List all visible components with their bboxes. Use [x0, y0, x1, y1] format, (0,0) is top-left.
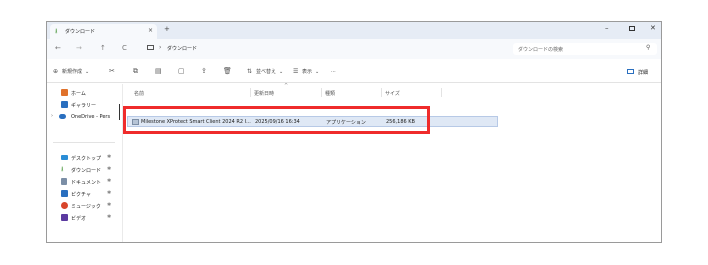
pin-icon[interactable]: ✱ — [107, 166, 111, 172]
breadcrumb[interactable]: › ダウンロード — [145, 43, 505, 55]
sort-icon[interactable]: ⇅ — [247, 68, 252, 75]
music-icon — [61, 202, 68, 209]
home-icon — [61, 89, 68, 96]
sort-button[interactable]: 並べ替え — [256, 69, 276, 75]
back-button[interactable]: ← — [55, 45, 61, 52]
breadcrumb-downloads[interactable]: ダウンロード — [167, 45, 197, 52]
cloud-icon — [59, 114, 66, 119]
expand-chevron-icon[interactable]: › — [51, 113, 53, 119]
sort-indicator-icon: ^ — [284, 83, 289, 89]
cut-icon[interactable]: ✂ — [109, 68, 115, 75]
column-separator[interactable] — [321, 88, 322, 97]
chevron-right-icon[interactable]: › — [159, 44, 161, 51]
column-separator[interactable] — [441, 88, 442, 97]
copy-icon[interactable]: ⧉ — [133, 68, 138, 75]
sidebar-item-label: ギャラリー — [71, 103, 97, 109]
refresh-button[interactable]: C — [122, 45, 127, 52]
minimize-button[interactable]: – — [605, 24, 609, 32]
desktop-icon — [61, 155, 68, 160]
sidebar-item-desktop[interactable]: デスクトップ ✱ — [47, 153, 121, 163]
view-icon[interactable]: ☰ — [293, 68, 298, 75]
maximize-button[interactable] — [629, 26, 635, 31]
close-window-button[interactable]: ✕ — [650, 24, 656, 32]
sidebar-item-documents[interactable]: ドキュメント ✱ — [47, 177, 121, 187]
delete-icon[interactable]: 🗑 — [223, 68, 232, 75]
share-icon[interactable]: ⇪ — [201, 68, 207, 75]
sidebar-item-label: ビデオ — [71, 216, 87, 222]
title-bar: ⭳ ダウンロード × + – ✕ — [47, 22, 661, 39]
search-icon[interactable]: ⚲ — [646, 44, 650, 51]
pin-icon[interactable]: ✱ — [107, 214, 111, 220]
this-pc-icon[interactable] — [147, 45, 154, 50]
address-bar: ← → ↑ C › ダウンロード ダウンロードの検索 ⚲ — [47, 39, 661, 59]
pin-icon[interactable]: ✱ — [107, 190, 111, 196]
search-placeholder: ダウンロードの検索 — [518, 47, 564, 53]
search-input[interactable]: ダウンロードの検索 ⚲ — [513, 43, 657, 55]
navigation-pane: ホーム ギャラリー › OneDrive - Pers デスクトップ ✱ ⭳ ダ… — [47, 84, 121, 242]
sidebar-item-label: ホーム — [71, 91, 86, 97]
highlight-annotation — [123, 106, 430, 134]
download-icon: ⭳ — [61, 165, 64, 173]
sidebar-item-label: OneDrive - Pers — [71, 114, 111, 120]
tab-downloads[interactable]: ⭳ ダウンロード × — [50, 24, 157, 39]
pin-icon[interactable]: ✱ — [107, 154, 111, 160]
command-bar: ⊕ 新規作成 ⌄ ✂ ⧉ ▤ ▢ ⇪ 🗑 ⇅ 並べ替え ⌄ ☰ 表示 ⌄ ···… — [47, 59, 661, 83]
column-header-type[interactable]: 種類 — [325, 90, 335, 97]
rename-icon[interactable]: ▢ — [178, 68, 185, 75]
sidebar-item-home[interactable]: ホーム — [47, 88, 121, 98]
videos-icon — [61, 214, 68, 221]
new-button[interactable]: 新規作成 — [62, 69, 82, 75]
details-button[interactable]: 詳細 — [638, 69, 648, 76]
column-header-name[interactable]: 名前 — [134, 90, 144, 97]
new-icon[interactable]: ⊕ — [53, 68, 58, 75]
new-tab-button[interactable]: + — [164, 26, 170, 33]
download-icon: ⭳ — [55, 27, 58, 35]
sidebar-item-label: デスクトップ — [71, 156, 102, 162]
sidebar-item-onedrive[interactable]: › OneDrive - Pers — [47, 112, 121, 122]
pictures-icon — [61, 190, 68, 197]
tab-label: ダウンロード — [65, 29, 96, 35]
sidebar-item-gallery[interactable]: ギャラリー — [47, 100, 121, 110]
chevron-down-icon[interactable]: ⌄ — [85, 69, 89, 75]
details-pane-icon[interactable] — [627, 69, 634, 74]
pin-icon[interactable]: ✱ — [107, 202, 111, 208]
paste-icon[interactable]: ▤ — [155, 68, 162, 75]
sidebar-item-label: ドキュメント — [71, 180, 102, 186]
sidebar-divider — [53, 142, 115, 143]
view-button[interactable]: 表示 — [302, 69, 312, 75]
chevron-down-icon[interactable]: ⌄ — [315, 69, 319, 75]
sidebar-item-label: ダウンロード — [71, 168, 102, 174]
column-header-date[interactable]: 更新日時 — [254, 90, 274, 97]
sidebar-item-music[interactable]: ミュージック ✱ — [47, 201, 121, 211]
sidebar-item-label: ピクチャ — [71, 192, 91, 198]
up-button[interactable]: ↑ — [100, 45, 106, 52]
column-header-size[interactable]: サイズ — [385, 90, 400, 97]
sidebar-item-pictures[interactable]: ピクチャ ✱ — [47, 189, 121, 199]
column-separator[interactable] — [381, 88, 382, 97]
column-separator[interactable] — [250, 88, 251, 97]
pin-icon[interactable]: ✱ — [107, 178, 111, 184]
chevron-down-icon[interactable]: ⌄ — [279, 69, 283, 75]
tab-close-icon[interactable]: × — [148, 27, 153, 34]
gallery-icon — [61, 101, 68, 108]
forward-button[interactable]: → — [76, 45, 82, 52]
more-options-button[interactable]: ··· — [331, 69, 336, 75]
sidebar-item-videos[interactable]: ビデオ ✱ — [47, 213, 121, 223]
documents-icon — [61, 178, 67, 185]
sidebar-item-downloads[interactable]: ⭳ ダウンロード ✱ — [47, 165, 121, 175]
sidebar-item-label: ミュージック — [71, 204, 101, 210]
